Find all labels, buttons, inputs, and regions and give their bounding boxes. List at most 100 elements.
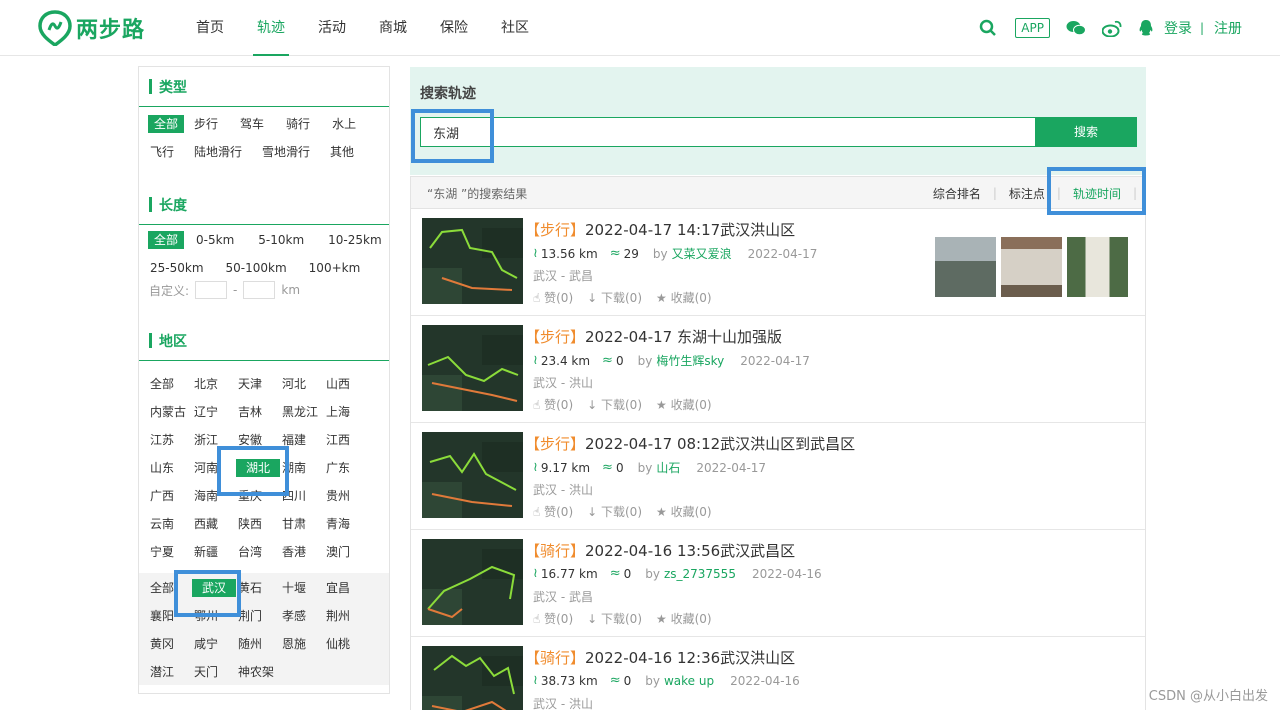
track-title-text[interactable]: 2022-04-17 14:17武汉洪山区: [585, 221, 795, 239]
track-title-text[interactable]: 2022-04-17 08:12武汉洪山区到武昌区: [585, 435, 855, 453]
track-title-text[interactable]: 2022-04-16 13:56武汉武昌区: [585, 542, 795, 560]
province-chip[interactable]: 海南: [192, 487, 236, 505]
favorite-button[interactable]: ★ 收藏(0): [656, 289, 712, 306]
qq-icon[interactable]: [1138, 19, 1154, 37]
track-author[interactable]: zs_2737555: [664, 567, 736, 581]
result-item[interactable]: 【步行】2022-04-17 08:12武汉洪山区到武昌区 ≀ 9.17 km ≈0 b…: [411, 423, 1145, 530]
like-button[interactable]: ☝ 赞(0): [533, 503, 573, 520]
length-chip-100-plus[interactable]: 100+km: [307, 259, 363, 277]
province-chip[interactable]: 江西: [324, 431, 368, 449]
province-chip[interactable]: 广西: [148, 487, 192, 505]
type-chip-walk[interactable]: 步行: [192, 115, 220, 133]
sort-track-time[interactable]: 轨迹时间: [1061, 185, 1133, 202]
result-item[interactable]: 【骑行】2022-04-16 13:56武汉武昌区 ≀ 16.77 km ≈0 by zs…: [411, 530, 1145, 637]
type-chip-water[interactable]: 水上: [330, 115, 358, 133]
city-chip[interactable]: 黄冈: [148, 635, 192, 653]
track-photo[interactable]: [1001, 237, 1062, 297]
track-title[interactable]: 【骑行】2022-04-16 12:36武汉洪山区: [525, 647, 795, 668]
track-author[interactable]: wake up: [664, 674, 714, 688]
city-chip[interactable]: 潜江: [148, 663, 192, 681]
login-link[interactable]: 登录: [1164, 18, 1192, 38]
nav-insurance[interactable]: 保险: [424, 0, 484, 56]
province-chip[interactable]: 湖南: [280, 459, 324, 477]
download-button[interactable]: ↓ 下载(0): [587, 503, 642, 520]
province-chip[interactable]: 台湾: [236, 543, 280, 561]
province-chip[interactable]: 云南: [148, 515, 192, 533]
type-chip-drive[interactable]: 驾车: [238, 115, 266, 133]
length-chip-10-25[interactable]: 10-25km: [326, 231, 384, 249]
nav-community[interactable]: 社区: [485, 0, 545, 56]
province-chip[interactable]: 宁夏: [148, 543, 192, 561]
province-chip[interactable]: 陕西: [236, 515, 280, 533]
city-chip[interactable]: 荆门: [236, 607, 280, 625]
track-map-thumbnail[interactable]: [422, 539, 523, 625]
nav-home[interactable]: 首页: [180, 0, 240, 56]
site-logo[interactable]: 两步路: [38, 10, 145, 46]
track-map-thumbnail[interactable]: [422, 218, 523, 304]
city-chip[interactable]: 神农架: [236, 663, 280, 681]
province-chip[interactable]: 湖北: [236, 459, 280, 477]
nav-tracks[interactable]: 轨迹: [241, 0, 301, 56]
city-chip[interactable]: 咸宁: [192, 635, 236, 653]
wechat-icon[interactable]: [1066, 20, 1086, 36]
length-chip-25-50[interactable]: 25-50km: [148, 259, 206, 277]
city-chip[interactable]: 武汉: [192, 579, 236, 597]
track-title-text[interactable]: 2022-04-16 12:36武汉洪山区: [585, 649, 795, 667]
city-chip[interactable]: 天门: [192, 663, 236, 681]
result-item[interactable]: 【步行】2022-04-17 14:17武汉洪山区 ≀ 13.56 km ≈29 by 又…: [411, 209, 1145, 316]
length-chip-all[interactable]: 全部: [148, 231, 185, 249]
app-download-button[interactable]: APP: [1015, 18, 1050, 38]
like-button[interactable]: ☝ 赞(0): [533, 289, 573, 306]
search-icon[interactable]: [979, 19, 997, 37]
city-chip[interactable]: 十堰: [280, 579, 324, 597]
province-chip[interactable]: 青海: [324, 515, 368, 533]
province-chip[interactable]: 河北: [280, 375, 324, 393]
province-chip[interactable]: 安徽: [236, 431, 280, 449]
custom-max-input[interactable]: [243, 281, 276, 299]
track-title[interactable]: 【步行】2022-04-17 08:12武汉洪山区到武昌区: [525, 433, 855, 454]
favorite-button[interactable]: ★ 收藏(0): [656, 503, 712, 520]
result-item[interactable]: 【骑行】2022-04-16 12:36武汉洪山区 ≀ 38.73 km ≈0 by wa…: [411, 637, 1145, 710]
type-chip-land-slide[interactable]: 陆地滑行: [192, 143, 244, 161]
download-button[interactable]: ↓ 下载(0): [587, 610, 642, 627]
nav-mall[interactable]: 商城: [363, 0, 423, 56]
province-chip[interactable]: 内蒙古: [148, 403, 192, 421]
track-photo[interactable]: [1067, 237, 1128, 297]
result-item[interactable]: 【步行】2022-04-17 东湖十山加强版 ≀ 23.4 km ≈0 by 梅竹生辉sk…: [411, 316, 1145, 423]
province-chip[interactable]: 天津: [236, 375, 280, 393]
province-chip[interactable]: 吉林: [236, 403, 280, 421]
city-chip[interactable]: 荆州: [324, 607, 368, 625]
search-input[interactable]: [420, 117, 1045, 147]
nav-events[interactable]: 活动: [302, 0, 362, 56]
province-chip[interactable]: 江苏: [148, 431, 192, 449]
province-chip[interactable]: 浙江: [192, 431, 236, 449]
city-chip[interactable]: 黄石: [236, 579, 280, 597]
type-chip-bike[interactable]: 骑行: [284, 115, 312, 133]
province-chip[interactable]: 黑龙江: [280, 403, 324, 421]
weibo-icon[interactable]: [1101, 20, 1122, 37]
city-chip[interactable]: 全部: [148, 579, 192, 597]
province-chip[interactable]: 河南: [192, 459, 236, 477]
province-chip[interactable]: 山西: [324, 375, 368, 393]
province-chip[interactable]: 辽宁: [192, 403, 236, 421]
province-chip[interactable]: 广东: [324, 459, 368, 477]
length-chip-0-5[interactable]: 0-5km: [194, 231, 236, 249]
like-button[interactable]: ☝ 赞(0): [533, 396, 573, 413]
type-chip-all[interactable]: 全部: [148, 115, 185, 133]
track-author[interactable]: 梅竹生辉sky: [656, 352, 724, 369]
sort-markers[interactable]: 标注点: [997, 185, 1057, 202]
track-title-text[interactable]: 2022-04-17 东湖十山加强版: [585, 328, 782, 346]
province-chip[interactable]: 重庆: [236, 487, 280, 505]
province-chip[interactable]: 澳门: [324, 543, 368, 561]
province-chip[interactable]: 贵州: [324, 487, 368, 505]
length-chip-5-10[interactable]: 5-10km: [256, 231, 306, 249]
track-author[interactable]: 又菜又爱浪: [672, 245, 732, 262]
province-chip[interactable]: 上海: [324, 403, 368, 421]
province-chip[interactable]: 山东: [148, 459, 192, 477]
track-map-thumbnail[interactable]: [422, 325, 523, 411]
city-chip[interactable]: 仙桃: [324, 635, 368, 653]
favorite-button[interactable]: ★ 收藏(0): [656, 396, 712, 413]
track-map-thumbnail[interactable]: [422, 646, 523, 710]
favorite-button[interactable]: ★ 收藏(0): [656, 610, 712, 627]
province-chip[interactable]: 香港: [280, 543, 324, 561]
